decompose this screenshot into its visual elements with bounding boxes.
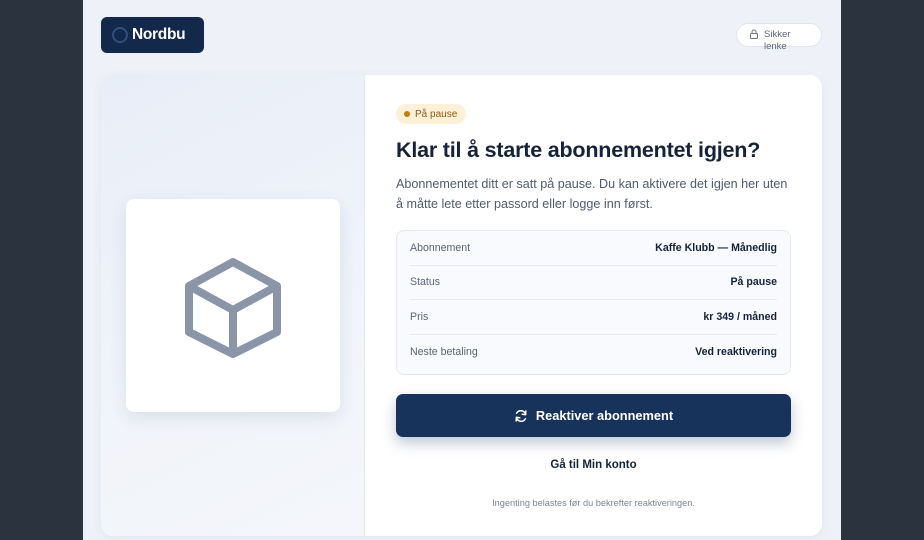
reactivation-card: På pause Klar til å starte abonnementet …	[101, 75, 822, 536]
lock-icon	[750, 29, 758, 39]
detail-value: Ved reaktivering	[695, 345, 777, 358]
detail-value: kr 349 / måned	[703, 310, 777, 323]
secure-link-badge: Sikker lenke	[736, 23, 822, 52]
reactivate-button[interactable]: Reaktiver abonnement	[396, 394, 791, 437]
my-account-link[interactable]: Gå til Min konto	[396, 459, 791, 471]
description: Abonnementet ditt er satt på pause. Du k…	[396, 177, 788, 211]
detail-label: Pris	[410, 310, 429, 323]
brand-name: Nordbu	[132, 26, 186, 43]
detail-value: På pause	[730, 276, 777, 289]
footnote: Ingenting belastes før du bekrefter reak…	[492, 498, 695, 508]
detail-row: Neste betaling Ved reaktivering	[410, 335, 777, 370]
box-icon	[185, 257, 281, 358]
refresh-icon	[515, 409, 527, 422]
status-badge: På pause	[396, 104, 467, 124]
detail-value: Kaffe Klubb — Månedlig	[655, 241, 777, 254]
brand-logo[interactable]: Nordbu	[101, 17, 204, 53]
circle-logo-icon	[112, 27, 128, 43]
detail-row: Pris kr 349 / måned	[410, 300, 777, 335]
detail-row: Status På pause	[410, 266, 777, 300]
secure-link-label: Sikker lenke	[764, 29, 791, 52]
subscription-details: Abonnement Kaffe Klubb — Månedlig Status…	[396, 230, 791, 375]
detail-label: Status	[410, 276, 441, 289]
detail-row: Abonnement Kaffe Klubb — Månedlig	[410, 231, 777, 266]
product-panel	[101, 75, 365, 536]
status-badge-label: På pause	[415, 108, 458, 120]
detail-label: Neste betaling	[410, 345, 478, 358]
detail-label: Abonnement	[410, 241, 471, 254]
page-title: Klar til å starte abonnementet igjen?	[396, 138, 761, 162]
reactivate-button-label: Reaktiver abonnement	[535, 408, 674, 423]
status-dot-icon	[404, 111, 410, 117]
page: Nordbu Sikker lenke På pause Klar til å …	[83, 0, 841, 540]
content-panel: På pause Klar til å starte abonnementet …	[396, 75, 792, 536]
product-image	[126, 199, 340, 412]
